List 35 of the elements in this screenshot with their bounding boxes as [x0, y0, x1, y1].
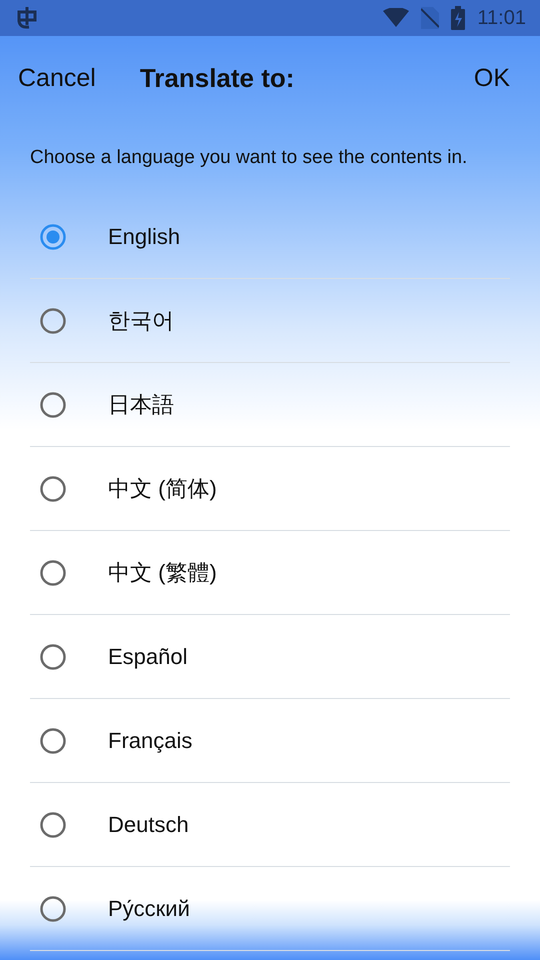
language-option[interactable]: Español: [30, 615, 510, 699]
language-option[interactable]: Deutsch: [30, 783, 510, 867]
battery-charging-icon: [451, 6, 466, 30]
radio-button[interactable]: [40, 896, 66, 922]
language-label: Ру́сский: [108, 896, 190, 922]
language-option[interactable]: 한국어: [30, 279, 510, 363]
radio-button[interactable]: [40, 392, 66, 418]
language-label: 中文 (简体): [108, 474, 217, 502]
language-label: Español: [108, 644, 188, 670]
ok-button[interactable]: OK: [474, 64, 510, 92]
language-label: Deutsch: [108, 812, 189, 838]
radio-button[interactable]: [40, 812, 66, 838]
instruction-text: Choose a language you want to see the contents in.: [29, 146, 468, 170]
wifi-icon: [383, 8, 410, 28]
cancel-button[interactable]: Cancel: [18, 64, 96, 92]
radio-button[interactable]: [40, 560, 66, 586]
radio-button[interactable]: [40, 476, 66, 502]
radio-button[interactable]: [40, 308, 66, 334]
language-label: 한국어: [108, 306, 174, 334]
language-label: English: [108, 224, 180, 250]
radio-button[interactable]: [40, 728, 66, 754]
language-label: 日本語: [108, 390, 174, 418]
status-time: 11:01: [477, 6, 526, 30]
language-option[interactable]: English: [30, 195, 510, 279]
radio-button[interactable]: [40, 224, 66, 250]
language-label: 中文 (繁體): [108, 558, 217, 586]
language-option[interactable]: Français: [30, 699, 510, 783]
language-option[interactable]: 中文 (简体): [30, 447, 510, 531]
no-sim-icon: [421, 7, 440, 29]
language-option[interactable]: 日本語: [30, 363, 510, 447]
language-option[interactable]: Ру́сский: [30, 867, 510, 951]
language-label: Français: [108, 728, 192, 754]
radio-button[interactable]: [40, 644, 66, 670]
language-option[interactable]: 中文 (繁體): [30, 531, 510, 615]
dialog-title: Translate to:: [140, 62, 294, 94]
